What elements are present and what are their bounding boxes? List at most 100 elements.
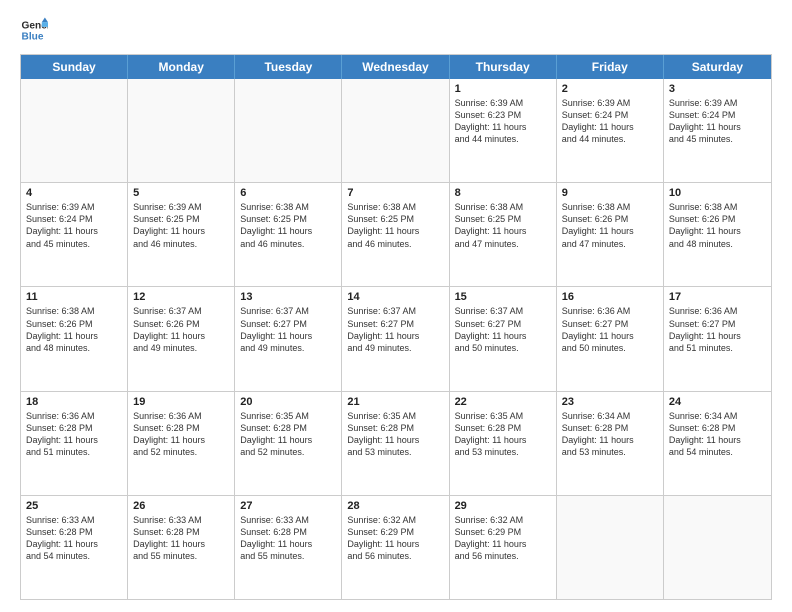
day-number: 19 [133,396,229,408]
day-info: Sunrise: 6:37 AM Sunset: 6:27 PM Dayligh… [240,305,336,354]
calendar-cell: 6 Sunrise: 6:38 AM Sunset: 6:25 PM Daylig… [235,183,342,286]
calendar-cell: 8 Sunrise: 6:38 AM Sunset: 6:25 PM Daylig… [450,183,557,286]
day-info: Sunrise: 6:36 AM Sunset: 6:28 PM Dayligh… [26,410,122,459]
day-number: 29 [455,500,551,512]
day-info: Sunrise: 6:33 AM Sunset: 6:28 PM Dayligh… [26,514,122,563]
day-number: 28 [347,500,443,512]
day-number: 15 [455,291,551,303]
logo-icon: General Blue [20,16,48,44]
day-number: 17 [669,291,766,303]
day-number: 1 [455,83,551,95]
weekday-header: Thursday [450,55,557,79]
day-number: 24 [669,396,766,408]
weekday-header: Friday [557,55,664,79]
page-header: General Blue [20,16,772,44]
calendar-row: 1 Sunrise: 6:39 AM Sunset: 6:23 PM Daylig… [21,79,771,182]
weekday-header: Sunday [21,55,128,79]
day-number: 18 [26,396,122,408]
calendar-cell: 2Sunrise: 6:39 AM Sunset: 6:24 PM Daylig… [557,79,664,182]
calendar-row: 25 Sunrise: 6:33 AM Sunset: 6:28 PM Dayli… [21,495,771,599]
day-number: 25 [26,500,122,512]
day-number: 11 [26,291,122,303]
calendar-cell: 24 Sunrise: 6:34 AM Sunset: 6:28 PM Dayli… [664,392,771,495]
calendar-cell: 9 Sunrise: 6:38 AM Sunset: 6:26 PM Daylig… [557,183,664,286]
calendar-cell: 29 Sunrise: 6:32 AM Sunset: 6:29 PM Dayli… [450,496,557,599]
day-info: Sunrise: 6:37 AM Sunset: 6:26 PM Dayligh… [133,305,229,354]
weekday-header: Tuesday [235,55,342,79]
day-number: 3 [669,83,766,95]
calendar-cell: 19 Sunrise: 6:36 AM Sunset: 6:28 PM Dayli… [128,392,235,495]
day-info: Sunrise: 6:33 AM Sunset: 6:28 PM Dayligh… [133,514,229,563]
calendar-cell [21,79,128,182]
day-number: 8 [455,187,551,199]
calendar-cell [235,79,342,182]
calendar: SundayMondayTuesdayWednesdayThursdayFrid… [20,54,772,600]
calendar-row: 4Sunrise: 6:39 AM Sunset: 6:24 PM Daylig… [21,182,771,286]
day-number: 27 [240,500,336,512]
day-number: 10 [669,187,766,199]
weekday-header: Saturday [664,55,771,79]
calendar-header: SundayMondayTuesdayWednesdayThursdayFrid… [21,55,771,79]
calendar-cell: 11 Sunrise: 6:38 AM Sunset: 6:26 PM Dayli… [21,287,128,390]
day-number: 6 [240,187,336,199]
day-number: 22 [455,396,551,408]
calendar-cell: 20 Sunrise: 6:35 AM Sunset: 6:28 PM Dayli… [235,392,342,495]
day-info: Sunrise: 6:34 AM Sunset: 6:28 PM Dayligh… [562,410,658,459]
svg-text:Blue: Blue [22,31,44,42]
calendar-cell: 28 Sunrise: 6:32 AM Sunset: 6:29 PM Dayli… [342,496,449,599]
day-info: Sunrise: 6:38 AM Sunset: 6:26 PM Dayligh… [26,305,122,354]
calendar-cell: 23 Sunrise: 6:34 AM Sunset: 6:28 PM Dayli… [557,392,664,495]
calendar-cell: 12 Sunrise: 6:37 AM Sunset: 6:26 PM Dayli… [128,287,235,390]
day-info: Sunrise: 6:39 AM Sunset: 6:24 PM Dayligh… [26,201,122,250]
day-number: 13 [240,291,336,303]
calendar-cell: 27 Sunrise: 6:33 AM Sunset: 6:28 PM Dayli… [235,496,342,599]
day-info: Sunrise: 6:33 AM Sunset: 6:28 PM Dayligh… [240,514,336,563]
day-number: 14 [347,291,443,303]
day-number: 5 [133,187,229,199]
day-info: Sunrise: 6:38 AM Sunset: 6:25 PM Dayligh… [455,201,551,250]
day-info: Sunrise: 6:35 AM Sunset: 6:28 PM Dayligh… [240,410,336,459]
day-info: Sunrise: 6:37 AM Sunset: 6:27 PM Dayligh… [347,305,443,354]
day-info: Sunrise: 6:38 AM Sunset: 6:25 PM Dayligh… [240,201,336,250]
day-info: Sunrise: 6:38 AM Sunset: 6:26 PM Dayligh… [562,201,658,250]
calendar-cell: 3Sunrise: 6:39 AM Sunset: 6:24 PM Daylig… [664,79,771,182]
day-number: 21 [347,396,443,408]
calendar-cell: 26 Sunrise: 6:33 AM Sunset: 6:28 PM Dayli… [128,496,235,599]
day-info: Sunrise: 6:39 AM Sunset: 6:23 PM Dayligh… [455,97,551,146]
calendar-cell: 25 Sunrise: 6:33 AM Sunset: 6:28 PM Dayli… [21,496,128,599]
calendar-cell: 21 Sunrise: 6:35 AM Sunset: 6:28 PM Dayli… [342,392,449,495]
day-info: Sunrise: 6:38 AM Sunset: 6:26 PM Dayligh… [669,201,766,250]
day-number: 7 [347,187,443,199]
calendar-body: 1 Sunrise: 6:39 AM Sunset: 6:23 PM Daylig… [21,79,771,599]
calendar-cell: 13 Sunrise: 6:37 AM Sunset: 6:27 PM Dayli… [235,287,342,390]
weekday-header: Monday [128,55,235,79]
calendar-cell: 18 Sunrise: 6:36 AM Sunset: 6:28 PM Dayli… [21,392,128,495]
day-info: Sunrise: 6:36 AM Sunset: 6:28 PM Dayligh… [133,410,229,459]
calendar-cell [664,496,771,599]
day-number: 9 [562,187,658,199]
day-number: 23 [562,396,658,408]
calendar-cell [557,496,664,599]
calendar-cell [128,79,235,182]
day-info: Sunrise: 6:32 AM Sunset: 6:29 PM Dayligh… [347,514,443,563]
day-info: Sunrise: 6:38 AM Sunset: 6:25 PM Dayligh… [347,201,443,250]
calendar-cell: 4Sunrise: 6:39 AM Sunset: 6:24 PM Daylig… [21,183,128,286]
calendar-cell: 16Sunrise: 6:36 AM Sunset: 6:27 PM Dayli… [557,287,664,390]
day-info: Sunrise: 6:34 AM Sunset: 6:28 PM Dayligh… [669,410,766,459]
calendar-cell: 1 Sunrise: 6:39 AM Sunset: 6:23 PM Daylig… [450,79,557,182]
day-info: Sunrise: 6:36 AM Sunset: 6:27 PM Dayligh… [562,305,658,354]
day-number: 26 [133,500,229,512]
calendar-cell [342,79,449,182]
logo: General Blue [20,16,48,44]
calendar-cell: 22 Sunrise: 6:35 AM Sunset: 6:28 PM Dayli… [450,392,557,495]
weekday-header: Wednesday [342,55,449,79]
day-info: Sunrise: 6:37 AM Sunset: 6:27 PM Dayligh… [455,305,551,354]
calendar-cell: 5Sunrise: 6:39 AM Sunset: 6:25 PM Daylig… [128,183,235,286]
day-number: 20 [240,396,336,408]
day-info: Sunrise: 6:32 AM Sunset: 6:29 PM Dayligh… [455,514,551,563]
day-info: Sunrise: 6:35 AM Sunset: 6:28 PM Dayligh… [455,410,551,459]
calendar-cell: 15 Sunrise: 6:37 AM Sunset: 6:27 PM Dayli… [450,287,557,390]
day-number: 2 [562,83,658,95]
day-number: 12 [133,291,229,303]
day-info: Sunrise: 6:35 AM Sunset: 6:28 PM Dayligh… [347,410,443,459]
